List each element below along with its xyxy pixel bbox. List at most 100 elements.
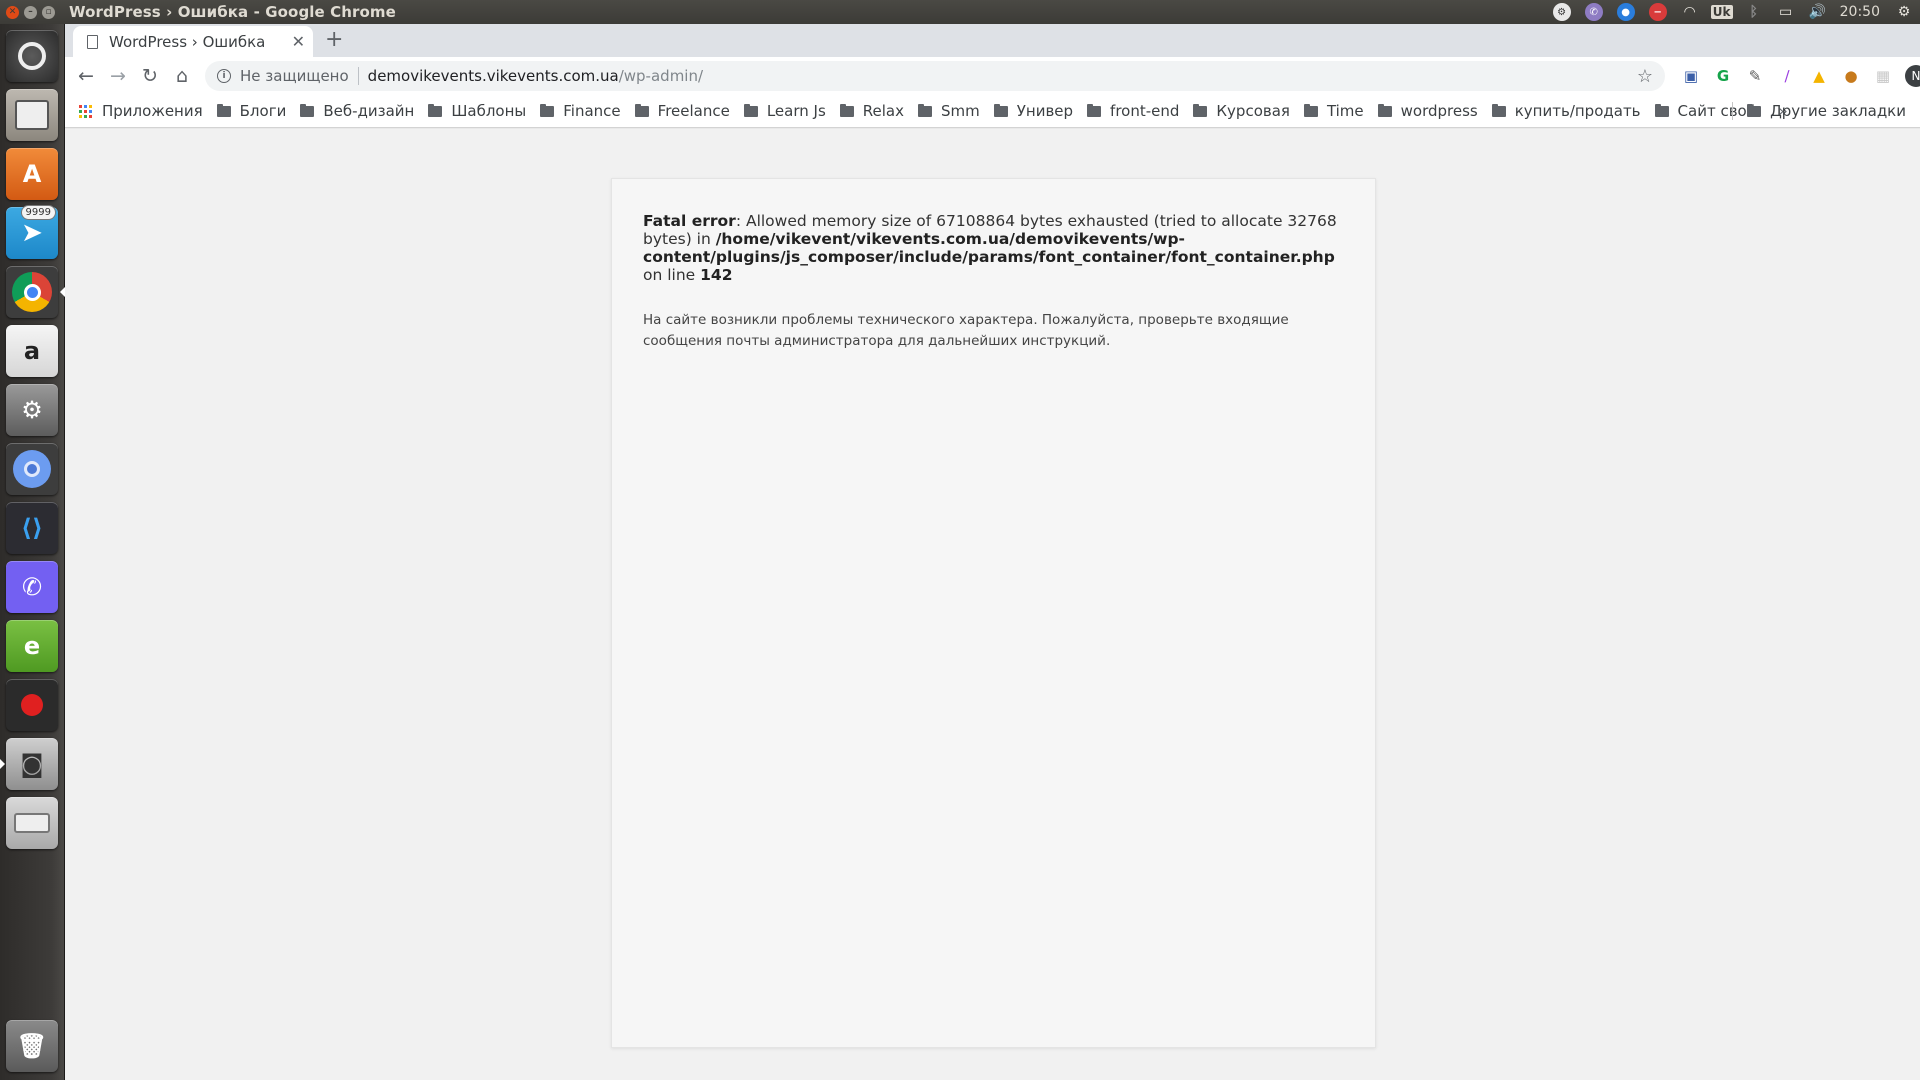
bookmark-label: Блоги: [239, 102, 287, 120]
ubuntu-dash-icon[interactable]: [6, 30, 58, 82]
bookmark-apps[interactable]: Приложения: [102, 102, 203, 120]
amazon-icon[interactable]: a: [6, 325, 58, 377]
star-icon[interactable]: ☆: [1637, 66, 1653, 87]
extension-cookie-icon[interactable]: ●: [1835, 57, 1867, 95]
bookmark-folder[interactable]: Freelance: [634, 102, 730, 120]
folder-icon: [1491, 103, 1506, 117]
chrome-icon[interactable]: [6, 266, 65, 318]
viber-launcher-icon[interactable]: ✆: [6, 561, 58, 613]
window-maximize-button[interactable]: ▫: [42, 5, 55, 19]
avatar[interactable]: N: [1905, 65, 1920, 87]
omnibox-divider: [357, 67, 359, 85]
bookmark-folder[interactable]: Finance: [540, 102, 621, 120]
apps-icon[interactable]: [79, 104, 92, 118]
security-label[interactable]: Не защищено: [240, 67, 349, 85]
bookmark-label: Шаблоны: [451, 102, 527, 120]
page-icon: [87, 34, 98, 49]
bookmark-folder[interactable]: Блоги: [216, 102, 287, 120]
bluetooth-icon[interactable]: ᛒ: [1738, 0, 1770, 24]
bookmark-folder[interactable]: Learn Js: [743, 102, 826, 120]
battery-icon[interactable]: ▭: [1770, 0, 1802, 24]
viber-icon[interactable]: ✆: [1578, 0, 1610, 24]
reload-button[interactable]: ↻: [134, 60, 166, 92]
toolbar: ← → ↻ ⌂ i Не защищено demovikevents.vike…: [65, 57, 1920, 95]
bookmark-folder[interactable]: wordpress: [1377, 102, 1478, 120]
folder-icon: [300, 103, 315, 117]
bookmark-folder[interactable]: Курсовая: [1193, 102, 1290, 120]
disk-drive-icon[interactable]: [6, 797, 58, 849]
camera-icon[interactable]: ◙: [0, 738, 58, 790]
bookmark-label: Time: [1326, 102, 1364, 120]
folder-icon: [839, 103, 854, 117]
files-icon[interactable]: [6, 89, 58, 141]
close-icon[interactable]: ✕: [292, 32, 305, 51]
system-settings-icon[interactable]: ⚙: [6, 384, 58, 436]
error-label: Fatal error: [643, 212, 736, 230]
extension-eyedropper-icon[interactable]: ✎: [1739, 57, 1771, 95]
extension-grid-icon[interactable]: ▦: [1867, 57, 1899, 95]
bookmark-label: front-end: [1110, 102, 1180, 120]
omnibox[interactable]: i Не защищено demovikevents.vikevents.co…: [205, 61, 1665, 91]
bookmarks-bar: Приложения Блоги Веб-дизайн Шаблоны Fina…: [65, 95, 1920, 128]
error-on-line: on line: [643, 266, 701, 284]
steam-icon[interactable]: ⚙: [1546, 0, 1578, 24]
folder-icon: [993, 103, 1008, 117]
bookmark-folder[interactable]: Time: [1303, 102, 1364, 120]
trash-icon[interactable]: 🗑: [6, 1020, 58, 1072]
home-button[interactable]: ⌂: [166, 60, 198, 92]
bookmark-folder[interactable]: Relax: [839, 102, 904, 120]
error-panel: Fatal error: Allowed memory size of 6710…: [611, 178, 1376, 1048]
volume-icon[interactable]: 🔊: [1802, 0, 1834, 24]
clock[interactable]: 20:50: [1834, 4, 1888, 20]
bookmark-label: купить/продать: [1514, 102, 1641, 120]
new-tab-button[interactable]: +: [325, 28, 343, 52]
bookmark-folder[interactable]: Smm: [918, 102, 980, 120]
bookmark-label: Универ: [1016, 102, 1074, 120]
tab-wordpress-error[interactable]: WordPress › Ошибка ✕: [73, 26, 313, 57]
bookmark-folder[interactable]: Веб-дизайн: [300, 102, 414, 120]
top-panel: ✕ – ▫ WordPress › Ошибка - Google Chrome…: [0, 0, 1920, 24]
window-close-button[interactable]: ✕: [6, 5, 19, 19]
gear-icon[interactable]: ⚙: [1888, 0, 1920, 24]
do-not-disturb-icon[interactable]: −: [1642, 0, 1674, 24]
window-title: WordPress › Ошибка - Google Chrome: [69, 3, 396, 21]
bookmark-label: Smm: [941, 102, 980, 120]
page-viewport: Fatal error: Allowed memory size of 6710…: [65, 129, 1920, 1080]
folder-icon: [1747, 103, 1762, 117]
info-icon[interactable]: i: [217, 69, 231, 83]
system-tray: ⚙ ✆ ● − ◠ Uk ᛒ ▭ 🔊 20:50 ⚙: [1546, 0, 1920, 24]
screen-recorder-icon[interactable]: [6, 679, 58, 731]
extensions-area: ▣ G ✎ ∕ ▲ ● ▦ N ⋮: [1675, 57, 1920, 95]
bookmark-folder[interactable]: Шаблоны: [428, 102, 526, 120]
bookmark-label: Freelance: [657, 102, 730, 120]
bookmark-other[interactable]: Другие закладки: [1732, 102, 1906, 120]
chromium-icon[interactable]: [6, 443, 58, 495]
bookmark-label: Другие закладки: [1770, 102, 1906, 120]
forward-button[interactable]: →: [102, 60, 134, 92]
tab-title: WordPress › Ошибка: [109, 32, 266, 51]
wifi-icon[interactable]: ◠: [1674, 0, 1706, 24]
url-path[interactable]: /wp-admin/: [619, 67, 703, 85]
telegram-icon[interactable]: ➤ 9999: [6, 205, 58, 259]
folder-icon: [1087, 103, 1102, 117]
evernote-icon[interactable]: e: [6, 620, 58, 672]
folder-icon: [1377, 103, 1392, 117]
url-host[interactable]: demovikevents.vikevents.com.ua: [368, 67, 619, 85]
extension-printer-icon[interactable]: ▣: [1675, 57, 1707, 95]
keyboard-layout-indicator[interactable]: Uk: [1706, 0, 1738, 24]
vscode-icon[interactable]: ⟨⟩: [6, 502, 58, 554]
extension-pen-icon[interactable]: ∕: [1771, 57, 1803, 95]
bookmark-label: Finance: [563, 102, 621, 120]
software-center-icon[interactable]: A: [6, 148, 58, 200]
bookmark-label: Веб-дизайн: [323, 102, 415, 120]
bookmark-folder[interactable]: купить/продать: [1491, 102, 1641, 120]
extension-grammarly-icon[interactable]: G: [1707, 57, 1739, 95]
google-drive-icon[interactable]: ▲: [1803, 57, 1835, 95]
bookmark-folder[interactable]: front-end: [1087, 102, 1179, 120]
notification-app-icon[interactable]: ●: [1610, 0, 1642, 24]
folder-icon: [918, 103, 932, 117]
bookmark-folder[interactable]: Универ: [993, 102, 1074, 120]
window-minimize-button[interactable]: –: [24, 5, 37, 19]
back-button[interactable]: ←: [70, 60, 102, 92]
tab-strip: WordPress › Ошибка ✕ +: [65, 24, 1920, 57]
